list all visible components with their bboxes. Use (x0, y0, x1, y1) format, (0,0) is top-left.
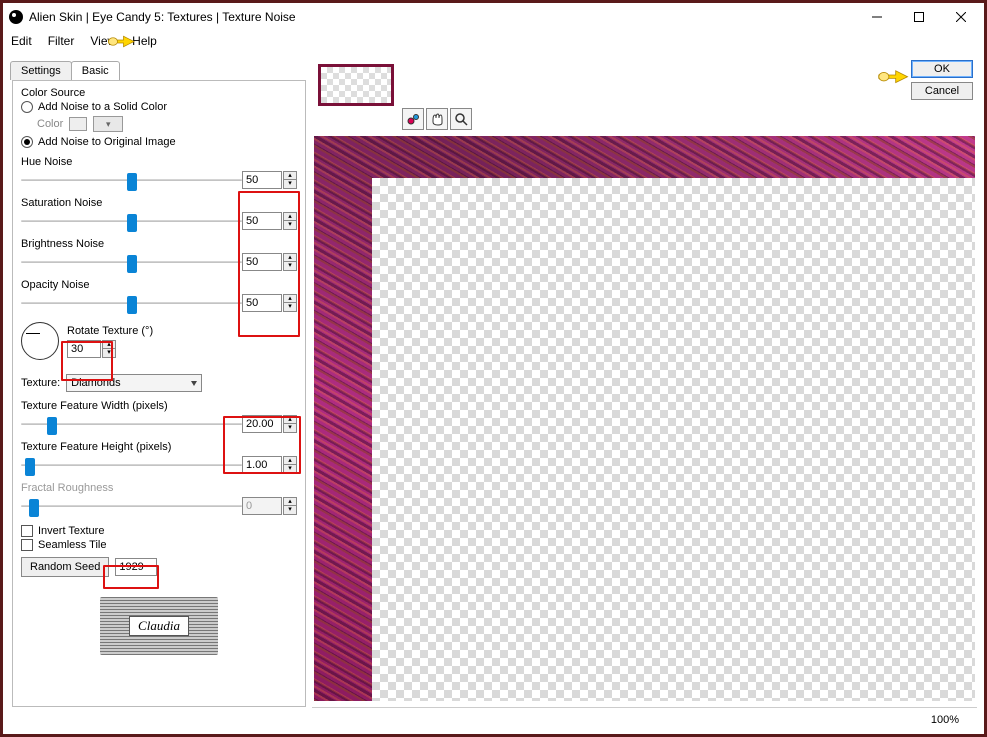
radio-add-noise-solid-label: Add Noise to a Solid Color (38, 101, 167, 113)
titlebar: Alien Skin | Eye Candy 5: Textures | Tex… (3, 3, 984, 31)
seamless-tile-checkbox[interactable] (21, 539, 33, 551)
feature-height-input[interactable] (242, 456, 282, 474)
hue-noise-slider[interactable] (21, 172, 242, 188)
rotate-texture-label: Rotate Texture (°) (67, 325, 153, 337)
menu-view[interactable]: View (82, 32, 124, 50)
transparent-canvas (372, 178, 975, 701)
feature-width-up[interactable]: ▴ (283, 415, 297, 424)
right-area: OK Cancel 100% (312, 54, 977, 731)
fractal-roughness-label: Fractal Roughness (21, 482, 297, 494)
opacity-noise-slider[interactable] (21, 295, 242, 311)
random-seed-input[interactable] (115, 558, 157, 576)
invert-texture-label: Invert Texture (38, 525, 104, 537)
app-icon (9, 10, 23, 24)
texture-dropdown[interactable]: Diamonds (66, 374, 202, 392)
tab-basic[interactable]: Basic (71, 61, 120, 80)
fractal-up: ▴ (283, 497, 297, 506)
saturation-noise-slider[interactable] (21, 213, 242, 229)
rotate-up[interactable]: ▴ (102, 340, 116, 349)
opacity-noise-label: Opacity Noise (21, 279, 297, 291)
ok-button[interactable]: OK (911, 60, 973, 78)
menu-filter[interactable]: Filter (40, 32, 83, 50)
seamless-tile-label: Seamless Tile (38, 539, 106, 551)
fractal-roughness-slider (21, 498, 242, 514)
tutorial-pointer-ok-icon (877, 64, 911, 91)
saturation-noise-input[interactable] (242, 212, 282, 230)
menu-help[interactable]: Help (124, 32, 165, 50)
rotate-down[interactable]: ▾ (102, 349, 116, 358)
brightness-noise-up[interactable]: ▴ (283, 253, 297, 262)
saturation-noise-up[interactable]: ▴ (283, 212, 297, 221)
invert-texture-checkbox[interactable] (21, 525, 33, 537)
feature-height-slider[interactable] (21, 457, 242, 473)
rotate-dial[interactable] (21, 322, 59, 360)
radio-add-noise-original[interactable] (21, 136, 33, 148)
feature-width-down[interactable]: ▾ (283, 424, 297, 433)
zoom-level: 100% (931, 714, 959, 726)
menubar: Edit Filter View Help (3, 31, 984, 51)
brightness-noise-label: Brightness Noise (21, 238, 297, 250)
feature-height-label: Texture Feature Height (pixels) (21, 441, 297, 453)
opacity-noise-input[interactable] (242, 294, 282, 312)
close-button[interactable] (940, 4, 982, 30)
hue-noise-input[interactable] (242, 171, 282, 189)
preview-thumbnail[interactable] (318, 64, 394, 106)
hue-noise-up[interactable]: ▴ (283, 171, 297, 180)
saturation-noise-down[interactable]: ▾ (283, 221, 297, 230)
random-seed-button[interactable]: Random Seed (21, 557, 109, 577)
brightness-noise-slider[interactable] (21, 254, 242, 270)
menu-edit[interactable]: Edit (7, 32, 40, 50)
feature-height-down[interactable]: ▾ (283, 465, 297, 474)
radio-add-noise-solid[interactable] (21, 101, 33, 113)
feature-height-up[interactable]: ▴ (283, 456, 297, 465)
cancel-button[interactable]: Cancel (911, 82, 973, 100)
feature-width-slider[interactable] (21, 416, 242, 432)
color-swatch[interactable] (69, 117, 87, 131)
opacity-noise-up[interactable]: ▴ (283, 294, 297, 303)
status-bar: 100% (312, 707, 977, 731)
tool-zoom[interactable] (450, 108, 472, 130)
feature-width-label: Texture Feature Width (pixels) (21, 400, 297, 412)
tabs-bar: Settings Basic (10, 60, 119, 80)
opacity-noise-down[interactable]: ▾ (283, 303, 297, 312)
hand-icon (430, 112, 444, 126)
minimize-button[interactable] (856, 4, 898, 30)
color-source-label: Color Source (21, 87, 297, 99)
magnifier-icon (454, 112, 468, 126)
tool-hand[interactable] (426, 108, 448, 130)
brightness-noise-input[interactable] (242, 253, 282, 271)
texture-label: Texture: (21, 377, 60, 389)
window-title: Alien Skin | Eye Candy 5: Textures | Tex… (29, 10, 856, 24)
brightness-noise-down[interactable]: ▾ (283, 262, 297, 271)
hue-noise-down[interactable]: ▾ (283, 180, 297, 189)
tool-color-picker[interactable] (402, 108, 424, 130)
fractal-down: ▾ (283, 506, 297, 515)
preview-area[interactable] (314, 136, 975, 701)
maximize-button[interactable] (898, 4, 940, 30)
watermark: Claudia (21, 597, 297, 655)
radio-add-noise-original-label: Add Noise to Original Image (38, 136, 176, 148)
feature-width-input[interactable] (242, 415, 282, 433)
hue-noise-label: Hue Noise (21, 156, 297, 168)
color-label: Color (37, 118, 63, 130)
tab-settings[interactable]: Settings (10, 61, 72, 80)
rotate-texture-input[interactable] (67, 340, 101, 358)
saturation-noise-label: Saturation Noise (21, 197, 297, 209)
color-menu-button[interactable] (93, 116, 123, 132)
left-panel: Color Source Add Noise to a Solid Color … (12, 80, 306, 707)
eyedropper-icon (406, 112, 420, 126)
fractal-roughness-input (242, 497, 282, 515)
